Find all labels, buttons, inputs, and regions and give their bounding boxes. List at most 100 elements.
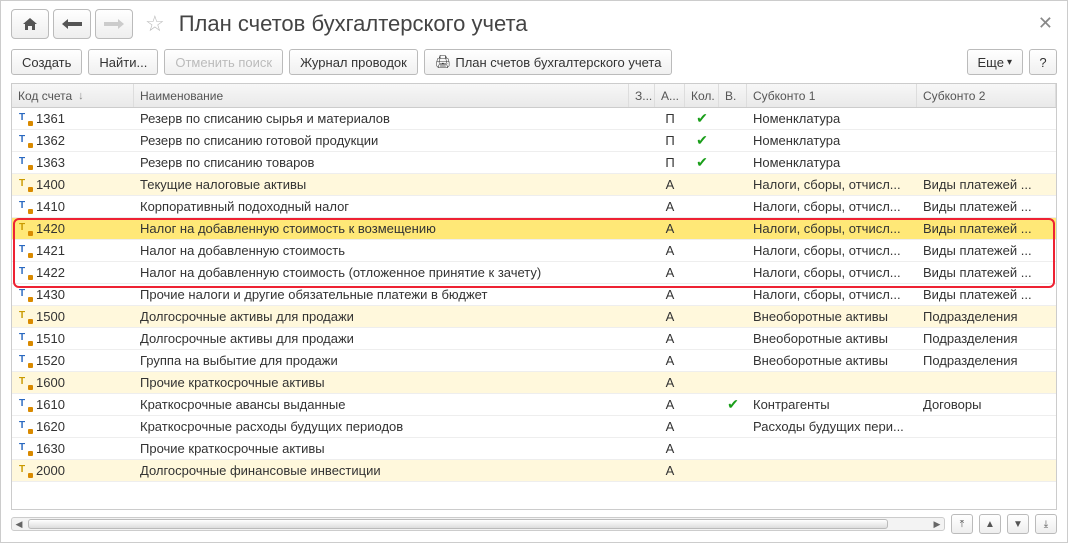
cell-v	[719, 196, 747, 217]
favorite-icon[interactable]: ☆	[145, 11, 165, 37]
table-row[interactable]: 1510Долгосрочные активы для продажиАВнео…	[12, 328, 1056, 350]
cell-a: П	[655, 152, 685, 173]
toolbar: Создать Найти... Отменить поиск Журнал п…	[11, 49, 1057, 75]
cell-s1: Налоги, сборы, отчисл...	[747, 218, 917, 239]
table-row[interactable]: 2000Долгосрочные финансовые инвестицииА	[12, 460, 1056, 482]
table-row[interactable]: 1520Группа на выбытие для продажиАВнеобо…	[12, 350, 1056, 372]
cell-z	[629, 438, 655, 459]
cell-s2: Виды платежей ...	[917, 240, 1056, 261]
table-row[interactable]: 1362Резерв по списанию готовой продукции…	[12, 130, 1056, 152]
cell-name: Группа на выбытие для продажи	[134, 350, 629, 371]
cell-a: А	[655, 306, 685, 327]
col-code[interactable]: Код счета	[12, 84, 134, 107]
table-row[interactable]: 1620Краткосрочные расходы будущих период…	[12, 416, 1056, 438]
cell-s2: Виды платежей ...	[917, 218, 1056, 239]
home-icon	[22, 17, 38, 31]
cell-s1: Внеоборотные активы	[747, 350, 917, 371]
col-s1[interactable]: Субконто 1	[747, 84, 917, 107]
table-row[interactable]: 1600Прочие краткосрочные активыА	[12, 372, 1056, 394]
cell-s1: Контрагенты	[747, 394, 917, 415]
table-row[interactable]: 1400Текущие налоговые активыАНалоги, сбо…	[12, 174, 1056, 196]
cell-s2: Подразделения	[917, 306, 1056, 327]
cell-kol	[685, 218, 719, 239]
cell-kol	[685, 416, 719, 437]
close-button[interactable]: ✕	[1038, 13, 1053, 34]
cell-name: Налог на добавленную стоимость к возмеще…	[134, 218, 629, 239]
cell-code: 1362	[12, 130, 134, 151]
cell-kol	[685, 306, 719, 327]
grid: Код счета Наименование З... А... Кол. В.…	[11, 83, 1057, 510]
cell-s2	[917, 152, 1056, 173]
cell-kol	[685, 174, 719, 195]
print-plan-button[interactable]: 🖨 План счетов бухгалтерского учета	[424, 49, 673, 75]
col-name[interactable]: Наименование	[134, 84, 629, 107]
account-icon	[18, 245, 32, 257]
cell-z	[629, 174, 655, 195]
code-text: 1422	[36, 265, 65, 280]
col-s2[interactable]: Субконто 2	[917, 84, 1056, 107]
table-row[interactable]: 1500Долгосрочные активы для продажиАВнео…	[12, 306, 1056, 328]
cell-z	[629, 350, 655, 371]
table-row[interactable]: 1410Корпоративный подоходный налогАНалог…	[12, 196, 1056, 218]
cell-z	[629, 394, 655, 415]
cancel-find-button[interactable]: Отменить поиск	[164, 49, 283, 75]
col-a[interactable]: А...	[655, 84, 685, 107]
cell-name: Резерв по списанию готовой продукции	[134, 130, 629, 151]
table-row[interactable]: 1363Резерв по списанию товаровП✔Номенкла…	[12, 152, 1056, 174]
table-row[interactable]: 1421Налог на добавленную стоимостьАНалог…	[12, 240, 1056, 262]
cell-s2	[917, 130, 1056, 151]
grid-body: 1361Резерв по списанию сырья и материало…	[12, 108, 1056, 509]
cell-name: Долгосрочные финансовые инвестиции	[134, 460, 629, 481]
account-icon	[18, 135, 32, 147]
col-kol[interactable]: Кол.	[685, 84, 719, 107]
cell-a: А	[655, 328, 685, 349]
cell-s2	[917, 108, 1056, 129]
cell-a: П	[655, 130, 685, 151]
code-text: 1363	[36, 155, 65, 170]
scroll-top-button[interactable]: ⤒	[951, 514, 973, 534]
scroll-down-button[interactable]: ▼	[1007, 514, 1029, 534]
more-button[interactable]: Еще	[967, 49, 1023, 75]
cell-s2: Виды платежей ...	[917, 174, 1056, 195]
table-row[interactable]: 1420 Налог на добавленную стоимость к воз…	[12, 218, 1056, 240]
cell-kol: ✔	[685, 152, 719, 173]
journal-button[interactable]: Журнал проводок	[289, 49, 418, 75]
check-icon: ✔	[727, 396, 739, 413]
scroll-bottom-button[interactable]: ⤓	[1035, 514, 1057, 534]
forward-button[interactable]	[95, 9, 133, 39]
cell-kol	[685, 438, 719, 459]
home-button[interactable]	[11, 9, 49, 39]
code-text: 1420	[36, 221, 65, 236]
cell-a: А	[655, 174, 685, 195]
create-button[interactable]: Создать	[11, 49, 82, 75]
cell-s2: Договоры	[917, 394, 1056, 415]
cell-z	[629, 328, 655, 349]
check-icon: ✔	[696, 132, 708, 149]
table-row[interactable]: 1361Резерв по списанию сырья и материало…	[12, 108, 1056, 130]
scroll-up-button[interactable]: ▲	[979, 514, 1001, 534]
back-button[interactable]	[53, 9, 91, 39]
cell-a: А	[655, 196, 685, 217]
find-button[interactable]: Найти...	[88, 49, 158, 75]
horizontal-scrollbar[interactable]: ◀ ▶	[11, 517, 945, 531]
cell-a: А	[655, 218, 685, 239]
cell-code: 1430	[12, 284, 134, 305]
cell-name: Прочие краткосрочные активы	[134, 372, 629, 393]
table-row[interactable]: 1610Краткосрочные авансы выданныеА✔Контр…	[12, 394, 1056, 416]
cell-name: Долгосрочные активы для продажи	[134, 328, 629, 349]
account-icon	[18, 267, 32, 279]
col-z[interactable]: З...	[629, 84, 655, 107]
cell-kol	[685, 372, 719, 393]
table-row[interactable]: 1630Прочие краткосрочные активыА	[12, 438, 1056, 460]
table-row[interactable]: 1422Налог на добавленную стоимость (отло…	[12, 262, 1056, 284]
scroll-thumb[interactable]	[28, 519, 888, 529]
table-row[interactable]: 1430Прочие налоги и другие обязательные …	[12, 284, 1056, 306]
account-icon	[18, 443, 32, 455]
help-button[interactable]: ?	[1029, 49, 1057, 75]
account-group-icon	[18, 377, 32, 389]
cell-s1: Внеоборотные активы	[747, 328, 917, 349]
print-plan-label: План счетов бухгалтерского учета	[455, 55, 661, 70]
cell-kol: ✔	[685, 130, 719, 151]
cell-s2: Виды платежей ...	[917, 196, 1056, 217]
col-v[interactable]: В.	[719, 84, 747, 107]
